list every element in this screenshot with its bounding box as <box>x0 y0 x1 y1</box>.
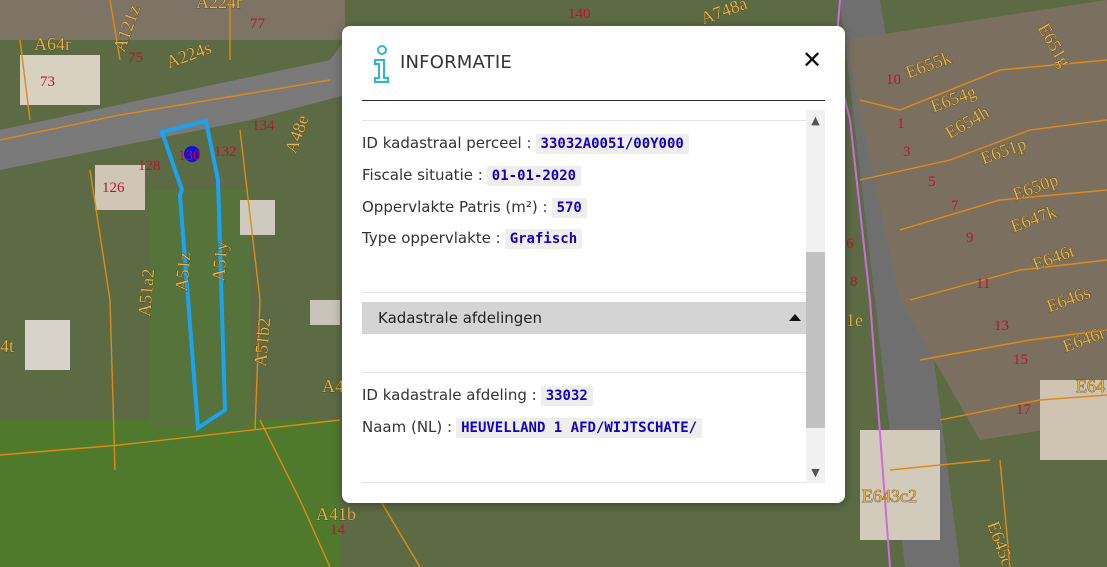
area-row: Oppervlakte Patris (m²) :570 <box>362 198 587 218</box>
type-row: Type oppervlakte : Grafisch <box>362 229 583 249</box>
parcel-label: 126 <box>102 180 125 196</box>
parcel-label: A51a2 <box>134 268 158 318</box>
fiscal-row: Fiscale situatie :01-01-2020 <box>362 166 582 186</box>
parcel-label: 77 <box>250 16 266 32</box>
afdeling-row: ID kadastrale afdeling :33032 <box>362 386 593 406</box>
section-toggle-kadastrale-afdelingen[interactable]: Kadastrale afdelingen <box>362 302 806 334</box>
parcel-label: A41b <box>316 504 356 524</box>
parcel-label: A51b2 <box>250 317 274 368</box>
roof <box>25 320 70 370</box>
parcel-label: 8 <box>850 274 858 290</box>
type-label: Type oppervlakte : <box>362 229 501 247</box>
afdeling-value: 33032 <box>540 386 593 406</box>
parcel-label: E643c2 <box>862 486 917 506</box>
parcel-label: A51y <box>208 240 231 282</box>
info-panel: INFORMATIE ✕ ID kadastraal perceel :3303… <box>342 26 845 503</box>
parcel-label: 7 <box>951 198 959 214</box>
section-title: Kadastrale afdelingen <box>378 309 543 327</box>
info-icon <box>374 45 389 83</box>
fiscal-value: 01-01-2020 <box>486 166 582 186</box>
parcel-label: A4 <box>322 376 344 396</box>
panel-header: INFORMATIE ✕ <box>362 44 825 101</box>
divider <box>362 120 806 121</box>
panel-title: INFORMATIE <box>400 52 512 73</box>
afdeling-label: ID kadastrale afdeling : <box>362 386 537 404</box>
parcel-label: 140 <box>568 6 591 22</box>
parcel-label: 15 <box>1013 352 1028 368</box>
parcel-label: 4t <box>0 336 14 356</box>
scroll-down-icon[interactable]: ▼ <box>806 464 825 481</box>
grass-field <box>0 420 340 567</box>
panel-content[interactable]: ID kadastraal perceel :33032A0051/00Y000… <box>362 110 806 483</box>
roof <box>860 430 940 540</box>
divider <box>362 372 806 373</box>
parcel-label: 73 <box>40 74 55 90</box>
divider <box>362 292 806 293</box>
parcel-label: 17 <box>1016 402 1032 418</box>
parcel-label: 9 <box>966 230 974 246</box>
parcel-label: 130 <box>178 148 201 164</box>
caret-up-icon <box>789 314 801 321</box>
naam-row: Naam (NL) : HEUVELLAND 1 AFD/WIJTSCHATE/ <box>362 418 703 438</box>
parcel-id-row: ID kadastraal perceel :33032A0051/00Y000 <box>362 134 689 154</box>
parcel-label: 6 <box>846 236 854 252</box>
parcel-label: A51z <box>171 251 194 292</box>
parcel-label: 11 <box>976 276 990 292</box>
parcel-label: 134 <box>252 118 275 134</box>
fiscal-label: Fiscale situatie : <box>362 166 483 184</box>
parcel-label: 5 <box>928 174 936 190</box>
garden-area <box>150 190 250 430</box>
parcel-label: A224r <box>196 0 242 12</box>
area-label: Oppervlakte Patris (m²) : <box>362 198 548 216</box>
roof <box>240 200 275 235</box>
type-value: Grafisch <box>504 229 583 249</box>
parcel-label: 128 <box>138 158 161 174</box>
parcel-label: 3 <box>903 144 911 160</box>
scrollbar[interactable]: ▲ ▼ <box>806 110 825 483</box>
close-icon[interactable]: ✕ <box>800 48 824 72</box>
parcel-label: 10 <box>886 72 901 88</box>
parcel-label: A64r <box>34 34 71 54</box>
parcel-label: 14 <box>330 522 346 538</box>
parcel-label: 75 <box>128 50 143 66</box>
divider <box>362 482 806 483</box>
roof <box>20 55 100 105</box>
parcel-label: 1e <box>846 310 863 330</box>
parcel-id-label: ID kadastraal perceel : <box>362 134 532 152</box>
roof <box>310 300 340 325</box>
naam-label: Naam (NL) : <box>362 418 453 436</box>
naam-value: HEUVELLAND 1 AFD/WIJTSCHATE/ <box>456 418 703 438</box>
area-value: 570 <box>551 198 587 218</box>
parcel-id-value: 33032A0051/00Y000 <box>535 134 689 154</box>
parcel-label: 132 <box>214 144 237 160</box>
parcel-label: 13 <box>994 318 1009 334</box>
parcel-label: 1 <box>897 116 905 132</box>
scroll-up-icon[interactable]: ▲ <box>806 112 825 129</box>
parcel-label: E64 <box>1076 376 1105 396</box>
scroll-thumb[interactable] <box>806 252 825 428</box>
